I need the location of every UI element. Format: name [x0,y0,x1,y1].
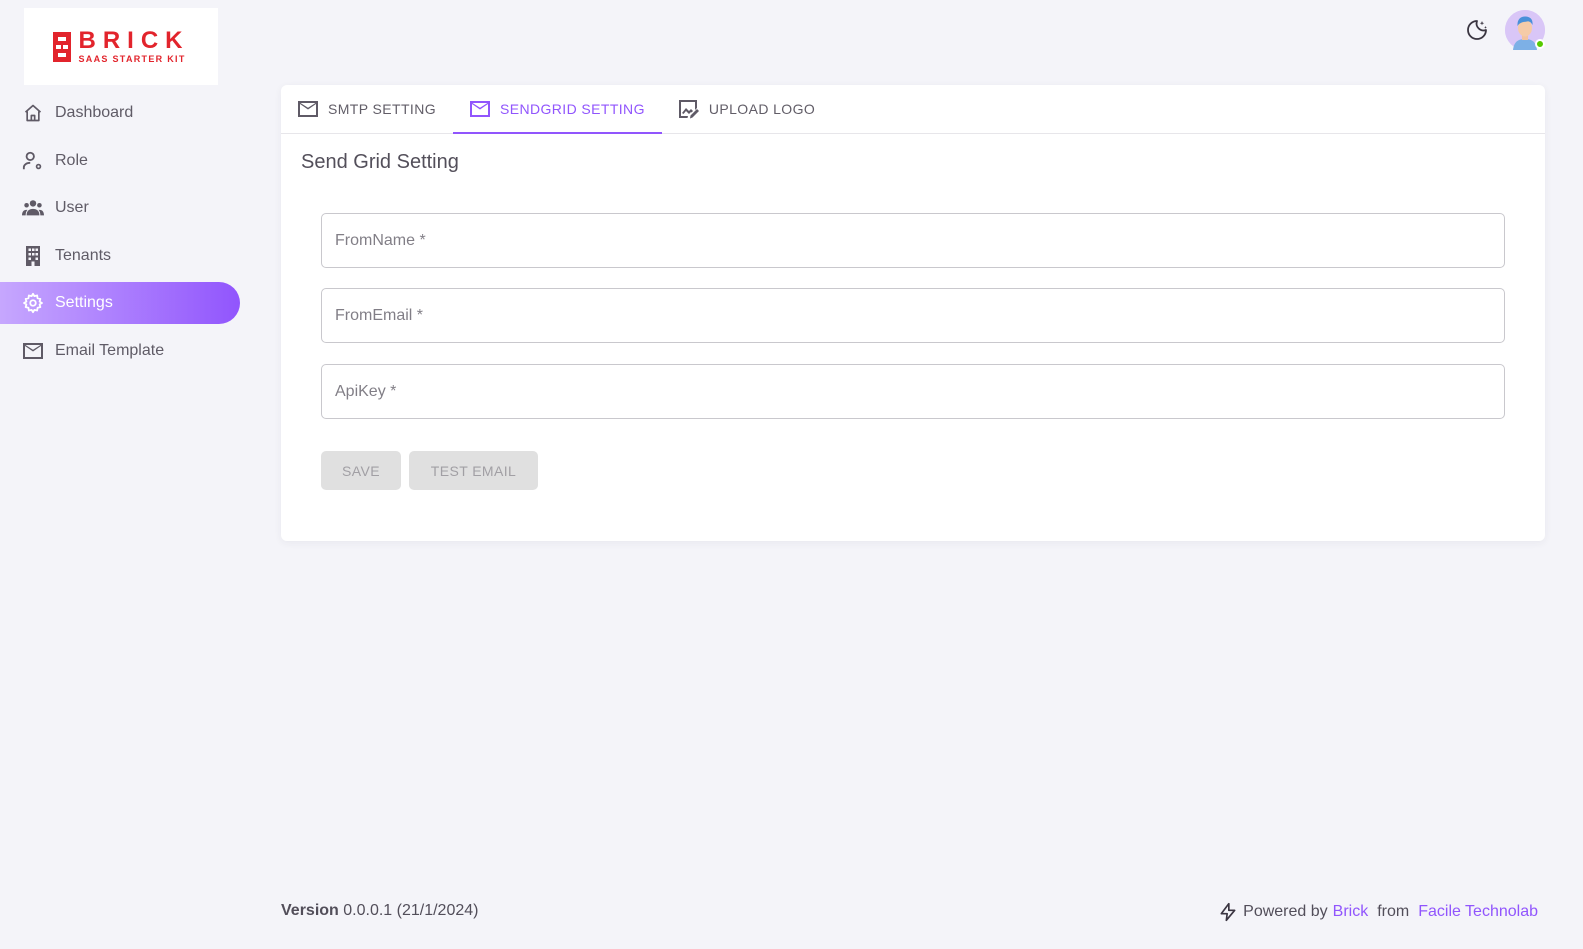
tab-upload-logo[interactable]: UPLOAD LOGO [662,85,832,133]
facile-technolab-link[interactable]: Facile Technolab [1418,903,1538,921]
tab-smtp-setting[interactable]: SMTP SETTING [281,85,453,133]
sidebar-item-email-template[interactable]: Email Template [0,330,240,372]
mail-icon [298,101,318,117]
from-email-input[interactable] [335,289,1504,342]
user-avatar[interactable] [1505,10,1545,50]
sidebar-item-user[interactable]: User [0,187,240,229]
user-cog-icon [22,150,44,172]
sidebar-item-label: Tenants [55,246,112,264]
form-title: Send Grid Setting [301,151,459,173]
sidebar-item-settings[interactable]: Settings [0,282,240,324]
save-button[interactable]: SAVE [321,451,401,490]
test-email-button[interactable]: TEST EMAIL [409,451,538,490]
sidebar-item-role[interactable]: Role [0,140,240,182]
version-value: 0.0.0.1 (21/1/2024) [343,902,479,919]
version-label: Version [281,902,339,919]
from-text: from [1377,903,1410,920]
sidebar-item-dashboard[interactable]: Dashboard [0,92,240,134]
tab-label: SMTP SETTING [328,101,436,117]
api-key-input[interactable] [335,365,1504,418]
sidebar-item-label: User [55,199,89,216]
powered-by-text: Powered by [1243,903,1328,920]
lightning-icon [1220,902,1236,922]
online-status-badge [1535,39,1545,49]
tab-label: SENDGRID SETTING [500,101,645,117]
home-icon [22,102,44,124]
sidebar-item-tenants[interactable]: Tenants [0,235,240,277]
tab-label: UPLOAD LOGO [708,101,816,117]
from-name-field[interactable] [321,213,1505,268]
sidebar-item-label: Role [55,151,88,169]
powered-by: Powered by Brick from Facile Technolab [1218,902,1538,922]
mail-icon [470,101,490,117]
api-key-field[interactable] [321,364,1505,419]
theme-toggle-button[interactable] [1465,18,1489,42]
brick-link[interactable]: Brick [1333,903,1369,921]
sidebar-item-label: Settings [55,294,113,311]
tab-sendgrid-setting[interactable]: SENDGRID SETTING [453,85,662,134]
users-icon [22,197,44,219]
sidebar-nav: Dashboard Role User Tenants Settings Ema… [0,92,240,377]
gear-icon [22,292,44,314]
app-root: BRICK SAAS STARTER KIT Dashboard Role Us… [0,0,1583,949]
building-icon [22,245,44,267]
from-email-field[interactable] [321,288,1505,343]
settings-card: SMTP SETTING SENDGRID SETTING UPLOAD LOG… [281,85,1545,541]
brand-logo[interactable]: BRICK SAAS STARTER KIT [24,8,218,85]
sidebar-item-label: Email Template [55,341,165,359]
mail-icon [22,340,44,362]
brand-title: BRICK [78,27,190,54]
version-info: Version 0.0.0.1 (21/1/2024) [281,902,478,920]
image-edit-icon [678,100,699,119]
settings-tabs: SMTP SETTING SENDGRID SETTING UPLOAD LOG… [281,85,1545,134]
brick-logo-icon [52,31,71,62]
brand-subtitle: SAAS STARTER KIT [78,54,186,64]
sidebar-item-label: Dashboard [55,104,134,121]
moon-stars-icon [1467,20,1487,40]
from-name-input[interactable] [335,214,1504,267]
